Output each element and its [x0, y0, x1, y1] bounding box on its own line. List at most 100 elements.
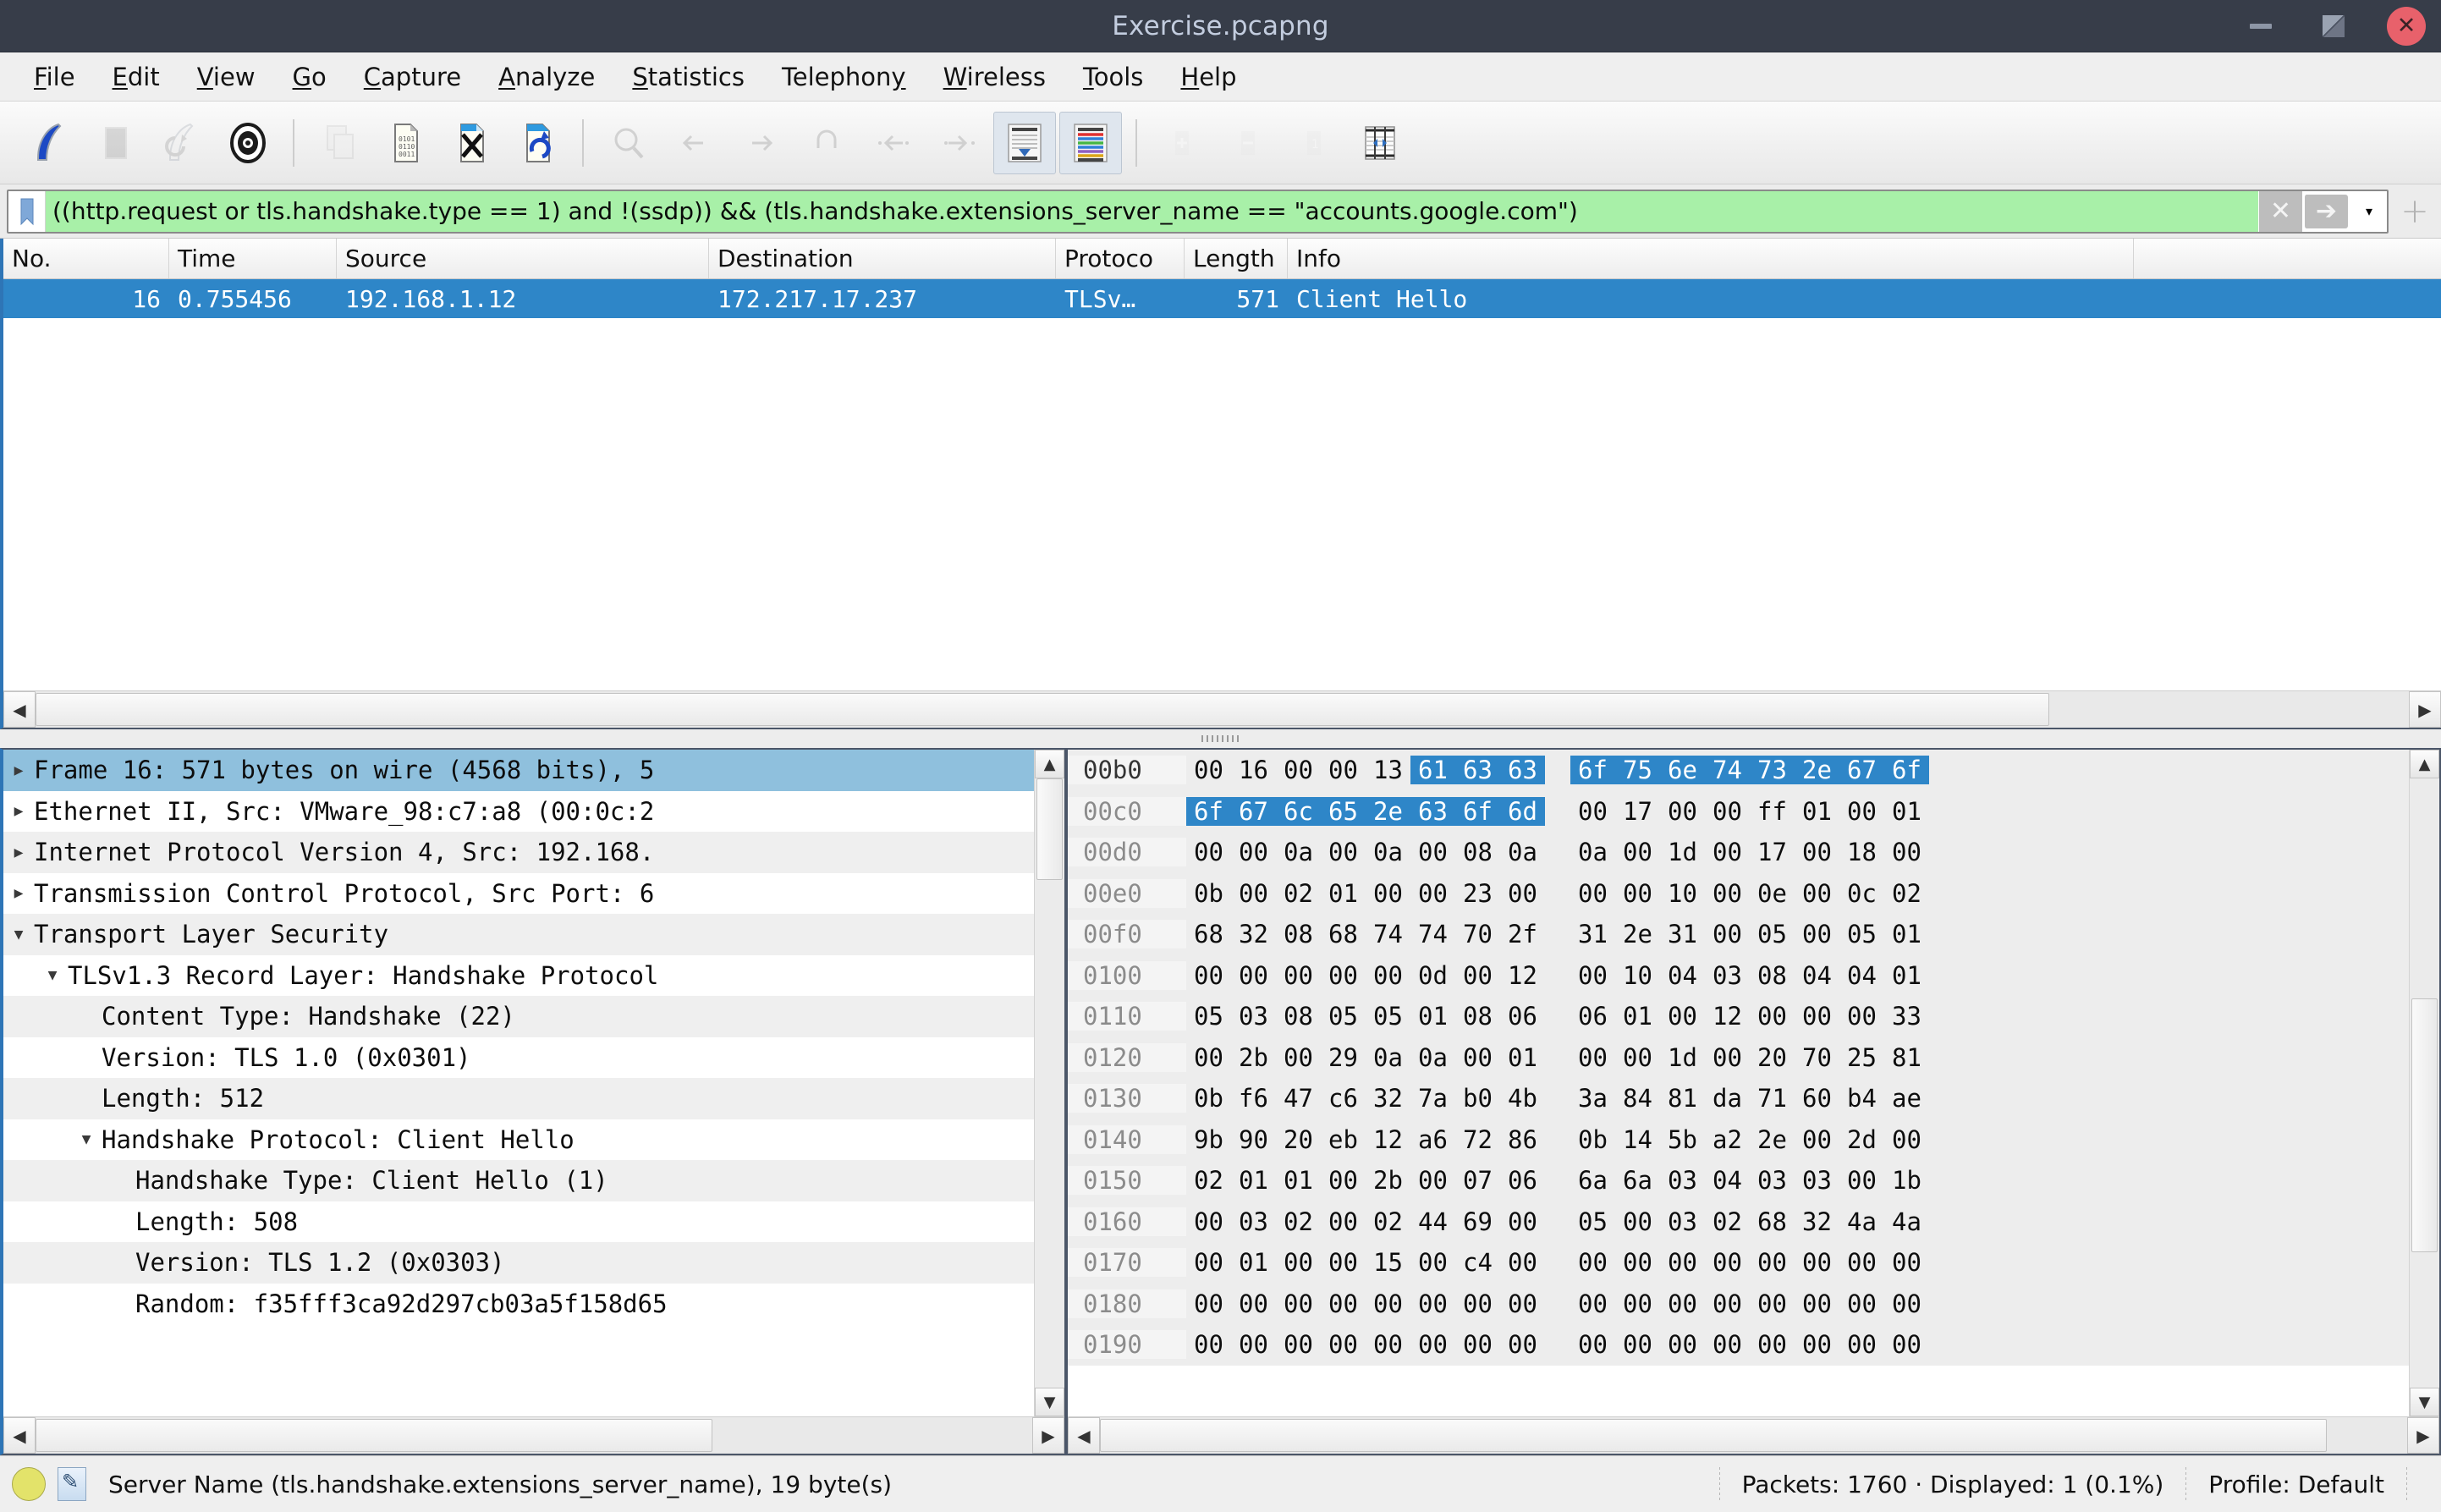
hex-byte[interactable]: 08	[1276, 920, 1321, 948]
hex-byte[interactable]: ae	[1884, 1084, 1929, 1113]
menu-analyze[interactable]: Analyze	[480, 58, 613, 96]
details-hscroll-left[interactable]: ◀	[3, 1417, 36, 1454]
hex-byte[interactable]: 0a	[1410, 1043, 1455, 1072]
hex-byte[interactable]: 00	[1884, 1289, 1929, 1318]
hex-byte[interactable]: 63	[1455, 756, 1500, 785]
column-header-destination[interactable]: Destination	[709, 239, 1056, 278]
hex-byte[interactable]: 05	[1570, 1207, 1615, 1236]
detail-row[interactable]: ▼ Transport Layer Security	[3, 914, 1034, 955]
hex-byte[interactable]: 68	[1321, 920, 1366, 948]
bytes-hscroll-left[interactable]: ◀	[1068, 1417, 1100, 1454]
hex-byte[interactable]: 01	[1231, 1166, 1276, 1195]
hex-byte[interactable]: 0a	[1366, 1043, 1410, 1072]
details-hscroll-thumb[interactable]	[36, 1419, 712, 1452]
hex-byte[interactable]: 00	[1366, 879, 1410, 908]
hex-byte[interactable]: 16	[1231, 756, 1276, 784]
hex-byte[interactable]: 20	[1750, 1043, 1795, 1072]
hex-byte[interactable]: 23	[1455, 879, 1500, 908]
hex-byte[interactable]: 14	[1615, 1125, 1660, 1154]
hex-byte[interactable]: 04	[1795, 961, 1839, 990]
go-first-packet-button[interactable]	[861, 112, 924, 174]
hex-byte[interactable]: 00	[1615, 1330, 1660, 1359]
hex-byte[interactable]: 29	[1321, 1043, 1366, 1072]
restart-capture-button[interactable]	[151, 112, 213, 174]
hex-byte[interactable]: 00	[1410, 1330, 1455, 1359]
hex-byte[interactable]: 81	[1660, 1084, 1705, 1113]
hex-byte[interactable]: 2e	[1750, 1125, 1795, 1154]
hex-row[interactable]: 00b0 00 16 00 00 13 61 63 63 6f 75 6e 74 73 2e 67 6f	[1068, 750, 2409, 791]
hex-byte[interactable]: 00	[1321, 1248, 1366, 1277]
packet-details-tree[interactable]: ▶ Frame 16: 571 bytes on wire (4568 bits)…	[3, 750, 1064, 1416]
hex-byte[interactable]: 00	[1839, 1330, 1884, 1359]
hex-byte[interactable]: 67	[1231, 796, 1276, 826]
hex-byte[interactable]: 02	[1366, 1207, 1410, 1236]
hex-byte[interactable]: 74	[1705, 756, 1750, 785]
hex-byte[interactable]: 00	[1231, 961, 1276, 990]
pane-splitter[interactable]	[0, 729, 2441, 748]
hex-byte[interactable]: 00	[1705, 1289, 1750, 1318]
hex-byte[interactable]: 01	[1321, 879, 1366, 908]
hex-byte[interactable]: 03	[1705, 961, 1750, 990]
hex-byte[interactable]: 03	[1660, 1207, 1705, 1236]
hex-byte[interactable]: 90	[1231, 1125, 1276, 1154]
hex-byte[interactable]: 02	[1705, 1207, 1750, 1236]
details-vscrollbar[interactable]: ▲ ▼	[1034, 750, 1064, 1416]
hex-byte[interactable]: 00	[1186, 1289, 1231, 1318]
hex-byte[interactable]: 00	[1500, 1248, 1545, 1277]
hex-byte[interactable]: 00	[1455, 1289, 1500, 1318]
hex-byte[interactable]: 01	[1884, 797, 1929, 826]
detail-row[interactable]: ▼ TLSv1.3 Record Layer: Handshake Protoco…	[3, 954, 1034, 996]
hex-byte[interactable]: 00	[1186, 838, 1231, 866]
hex-byte[interactable]: 10	[1615, 961, 1660, 990]
hex-row[interactable]: 0140 9b 90 20 eb 12 a6 72 86 0b 14 5b a2 2e 00 2d 00	[1068, 1119, 2409, 1160]
hex-byte[interactable]: 2b	[1366, 1166, 1410, 1195]
hex-byte[interactable]: 00	[1839, 1289, 1884, 1318]
hscroll-left-arrow[interactable]: ◀	[3, 691, 36, 728]
filter-apply-button[interactable]: ➔	[2304, 194, 2348, 228]
hex-byte[interactable]: b0	[1455, 1084, 1500, 1113]
hex-row[interactable]: 0100 00 00 00 00 00 0d 00 12 00 10 04 03 08 04 04 01	[1068, 954, 2409, 996]
hex-byte[interactable]: 00	[1366, 1289, 1410, 1318]
hex-byte[interactable]: 00	[1884, 1248, 1929, 1277]
hex-byte[interactable]: 03	[1231, 1207, 1276, 1236]
hex-byte[interactable]: 00	[1276, 1330, 1321, 1359]
packet-bytes-view[interactable]: 00b0 00 16 00 00 13 61 63 63 6f 75 6e 74 73 2e 67 6f 00c0…	[1068, 750, 2439, 1416]
hex-byte[interactable]: 0c	[1839, 879, 1884, 908]
hex-byte[interactable]: 03	[1660, 1166, 1705, 1195]
filter-dropdown-button[interactable]: ▾	[2351, 190, 2387, 232]
hex-byte[interactable]: 67	[1839, 756, 1884, 785]
hscroll-thumb[interactable]	[36, 693, 2049, 726]
hex-byte[interactable]: 06	[1500, 1166, 1545, 1195]
hex-byte[interactable]: 86	[1500, 1125, 1545, 1154]
hex-byte[interactable]: 00	[1705, 879, 1750, 908]
hex-byte[interactable]: 0e	[1750, 879, 1795, 908]
hex-byte[interactable]: 00	[1660, 797, 1705, 826]
hex-byte[interactable]: 00	[1615, 838, 1660, 866]
capture-options-button[interactable]	[217, 112, 279, 174]
hex-byte[interactable]: 02	[1884, 879, 1929, 908]
hex-byte[interactable]: a6	[1410, 1125, 1455, 1154]
chevron-down-icon[interactable]: ▼	[3, 926, 34, 943]
hex-byte[interactable]: 00	[1455, 1330, 1500, 1359]
hex-byte[interactable]: 00	[1321, 961, 1366, 990]
hex-byte[interactable]: da	[1705, 1084, 1750, 1113]
hex-byte[interactable]: 00	[1276, 1289, 1321, 1318]
bytes-vscrollbar[interactable]: ▲ ▼	[2409, 750, 2439, 1416]
menu-tools[interactable]: Tools	[1064, 58, 1162, 96]
hex-byte[interactable]: 4b	[1500, 1084, 1545, 1113]
hex-byte[interactable]: ff	[1750, 797, 1795, 826]
capture-file-properties-icon[interactable]	[58, 1467, 86, 1501]
hex-byte[interactable]: 00	[1570, 797, 1615, 826]
hex-byte[interactable]: 02	[1276, 879, 1321, 908]
maximize-button[interactable]	[2314, 7, 2353, 46]
detail-row[interactable]: ▼ Handshake Protocol: Client Hello	[3, 1119, 1034, 1160]
column-header-source[interactable]: Source	[337, 239, 709, 278]
hex-byte[interactable]: 6a	[1570, 1166, 1615, 1195]
column-header-protoco[interactable]: Protoco	[1056, 239, 1185, 278]
filter-add-button[interactable]: +	[2395, 190, 2434, 234]
hex-row[interactable]: 00e0 0b 00 02 01 00 00 23 00 00 00 10 00 0e 00 0c 02	[1068, 872, 2409, 914]
hex-byte[interactable]: 00	[1276, 1043, 1321, 1072]
hex-byte[interactable]: 1d	[1660, 838, 1705, 866]
hex-byte[interactable]: 0a	[1570, 838, 1615, 866]
hex-byte[interactable]: 00	[1750, 1330, 1795, 1359]
